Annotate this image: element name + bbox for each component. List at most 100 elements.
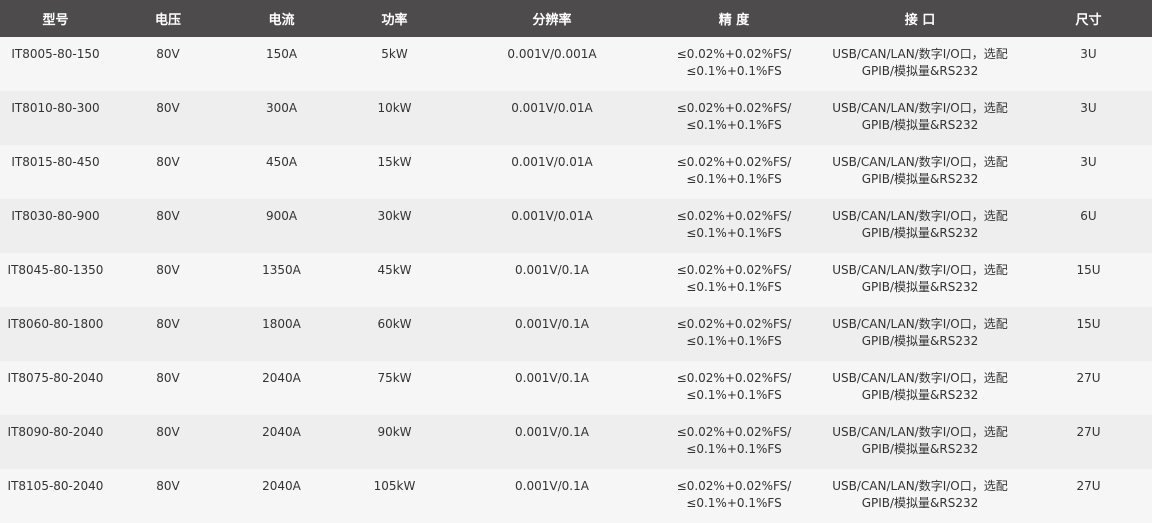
table-row: IT8060-80-1800 80V 1800A 60kW 0.001V/0.1A ≤0.… — [0, 307, 1152, 361]
cell-interface-line: USB/CAN/LAN/数字I/O口，选配 — [832, 47, 1008, 61]
cell-accuracy: ≤0.02%+0.02%FS/ ≤0.1%+0.1%FS — [653, 199, 815, 253]
cell-interface-line: GPIB/模拟量&RS232 — [861, 280, 979, 294]
cell-interface: USB/CAN/LAN/数字I/O口，选配 GPIB/模拟量&RS232 — [815, 145, 1025, 199]
cell-model: IT8010-80-300 — [11, 101, 100, 115]
cell-resolution: 0.001V/0.1A — [515, 263, 589, 277]
cell-current: 2040A — [262, 371, 301, 385]
cell-interface-line: GPIB/模拟量&RS232 — [861, 388, 979, 402]
cell-size: 27U — [1076, 371, 1101, 385]
header-power: 功率 — [381, 13, 408, 28]
cell-resolution: 0.001V/0.1A — [515, 317, 589, 331]
cell-power: 105kW — [373, 479, 416, 493]
cell-size: 27U — [1076, 479, 1101, 493]
cell-accuracy: ≤0.02%+0.02%FS/ ≤0.1%+0.1%FS — [653, 37, 815, 91]
cell-power: 75kW — [377, 371, 412, 385]
table-row: IT8075-80-2040 80V 2040A 75kW 0.001V/0.1A ≤0.… — [0, 361, 1152, 415]
cell-interface-line: USB/CAN/LAN/数字I/O口，选配 — [832, 425, 1008, 439]
cell-accuracy-line: ≤0.1%+0.1%FS — [686, 442, 782, 456]
table-row: IT8015-80-450 80V 450A 15kW 0.001V/0.01A ≤0.0… — [0, 145, 1152, 199]
spec-table: 型号 电压 电流 功率 分辨率 精 度 接 口 尺寸 IT8005-80-150… — [0, 0, 1152, 523]
cell-power: 10kW — [377, 101, 412, 115]
cell-interface: USB/CAN/LAN/数字I/O口，选配 GPIB/模拟量&RS232 — [815, 37, 1025, 91]
cell-interface: USB/CAN/LAN/数字I/O口，选配 GPIB/模拟量&RS232 — [815, 415, 1025, 469]
header-size: 尺寸 — [1075, 13, 1102, 28]
table-row: IT8105-80-2040 80V 2040A 105kW 0.001V/0.1A ≤0… — [0, 469, 1152, 523]
cell-power: 45kW — [377, 263, 412, 277]
table-header: 型号 电压 电流 功率 分辨率 精 度 接 口 尺寸 — [0, 0, 1152, 37]
cell-current: 300A — [265, 101, 298, 115]
cell-resolution: 0.001V/0.1A — [515, 425, 589, 439]
cell-interface-line: GPIB/模拟量&RS232 — [861, 496, 979, 510]
cell-interface-line: GPIB/模拟量&RS232 — [861, 226, 979, 240]
cell-interface-line: GPIB/模拟量&RS232 — [861, 334, 979, 348]
cell-accuracy-line: ≤0.1%+0.1%FS — [686, 172, 782, 186]
cell-voltage: 80V — [156, 101, 180, 115]
cell-accuracy-line: ≤0.02%+0.02%FS/ — [676, 425, 792, 439]
cell-model: IT8060-80-1800 — [7, 317, 104, 331]
table-row: IT8045-80-1350 80V 1350A 45kW 0.001V/0.1A ≤0.… — [0, 253, 1152, 307]
cell-power: 30kW — [377, 209, 412, 223]
cell-resolution: 0.001V/0.01A — [511, 155, 593, 169]
table-row: IT8010-80-300 80V 300A 10kW 0.001V/0.01A ≤0.0… — [0, 91, 1152, 145]
cell-accuracy-line: ≤0.02%+0.02%FS/ — [676, 155, 792, 169]
cell-current: 2040A — [262, 479, 301, 493]
table-row: IT8005-80-150 80V 150A 5kW 0.001V/0.001A ≤0.0… — [0, 37, 1152, 91]
cell-interface-line: USB/CAN/LAN/数字I/O口，选配 — [832, 317, 1008, 331]
cell-accuracy-line: ≤0.1%+0.1%FS — [686, 118, 782, 132]
cell-accuracy-line: ≤0.02%+0.02%FS/ — [676, 479, 792, 493]
cell-interface-line: GPIB/模拟量&RS232 — [861, 172, 979, 186]
header-voltage: 电压 — [154, 13, 181, 28]
cell-accuracy-line: ≤0.1%+0.1%FS — [686, 388, 782, 402]
cell-voltage: 80V — [156, 317, 180, 331]
cell-interface-line: GPIB/模拟量&RS232 — [861, 64, 979, 78]
table-body: IT8005-80-150 80V 150A 5kW 0.001V/0.001A ≤0.0… — [0, 37, 1152, 523]
cell-interface: USB/CAN/LAN/数字I/O口，选配 GPIB/模拟量&RS232 — [815, 307, 1025, 361]
cell-interface-line: USB/CAN/LAN/数字I/O口，选配 — [832, 101, 1008, 115]
cell-interface-line: USB/CAN/LAN/数字I/O口，选配 — [832, 209, 1008, 223]
cell-accuracy: ≤0.02%+0.02%FS/ ≤0.1%+0.1%FS — [653, 91, 815, 145]
cell-accuracy-line: ≤0.1%+0.1%FS — [686, 496, 782, 510]
header-accuracy: 精 度 — [718, 13, 750, 28]
cell-size: 3U — [1080, 101, 1097, 115]
cell-voltage: 80V — [156, 47, 180, 61]
cell-power: 15kW — [377, 155, 412, 169]
cell-interface-line: USB/CAN/LAN/数字I/O口，选配 — [832, 371, 1008, 385]
cell-accuracy-line: ≤0.02%+0.02%FS/ — [676, 101, 792, 115]
cell-model: IT8015-80-450 — [11, 155, 100, 169]
cell-model: IT8030-80-900 — [11, 209, 100, 223]
cell-voltage: 80V — [156, 263, 180, 277]
cell-accuracy-line: ≤0.02%+0.02%FS/ — [676, 371, 792, 385]
cell-interface: USB/CAN/LAN/数字I/O口，选配 GPIB/模拟量&RS232 — [815, 253, 1025, 307]
cell-resolution: 0.001V/0.1A — [515, 371, 589, 385]
cell-resolution: 0.001V/0.01A — [511, 209, 593, 223]
cell-accuracy: ≤0.02%+0.02%FS/ ≤0.1%+0.1%FS — [653, 307, 815, 361]
header-current: 电流 — [268, 13, 295, 28]
cell-interface-line: USB/CAN/LAN/数字I/O口，选配 — [832, 479, 1008, 493]
header-row: 型号 电压 电流 功率 分辨率 精 度 接 口 尺寸 — [0, 0, 1152, 37]
cell-current: 2040A — [262, 425, 301, 439]
cell-interface-line: GPIB/模拟量&RS232 — [861, 118, 979, 132]
cell-voltage: 80V — [156, 155, 180, 169]
cell-accuracy: ≤0.02%+0.02%FS/ ≤0.1%+0.1%FS — [653, 145, 815, 199]
cell-accuracy: ≤0.02%+0.02%FS/ ≤0.1%+0.1%FS — [653, 469, 815, 523]
cell-current: 900A — [265, 209, 298, 223]
cell-resolution: 0.001V/0.001A — [507, 47, 597, 61]
cell-accuracy: ≤0.02%+0.02%FS/ ≤0.1%+0.1%FS — [653, 253, 815, 307]
cell-interface-line: USB/CAN/LAN/数字I/O口，选配 — [832, 263, 1008, 277]
cell-size: 3U — [1080, 47, 1097, 61]
cell-voltage: 80V — [156, 371, 180, 385]
cell-accuracy-line: ≤0.02%+0.02%FS/ — [676, 263, 792, 277]
header-interface: 接 口 — [904, 13, 936, 28]
header-model: 型号 — [42, 13, 69, 28]
cell-power: 5kW — [381, 47, 408, 61]
cell-accuracy: ≤0.02%+0.02%FS/ ≤0.1%+0.1%FS — [653, 361, 815, 415]
cell-current: 1350A — [262, 263, 301, 277]
cell-accuracy-line: ≤0.1%+0.1%FS — [686, 64, 782, 78]
cell-accuracy-line: ≤0.1%+0.1%FS — [686, 280, 782, 294]
cell-voltage: 80V — [156, 209, 180, 223]
cell-size: 15U — [1076, 263, 1101, 277]
cell-interface: USB/CAN/LAN/数字I/O口，选配 GPIB/模拟量&RS232 — [815, 361, 1025, 415]
cell-power: 60kW — [377, 317, 412, 331]
cell-model: IT8045-80-1350 — [7, 263, 104, 277]
cell-size: 6U — [1080, 209, 1097, 223]
